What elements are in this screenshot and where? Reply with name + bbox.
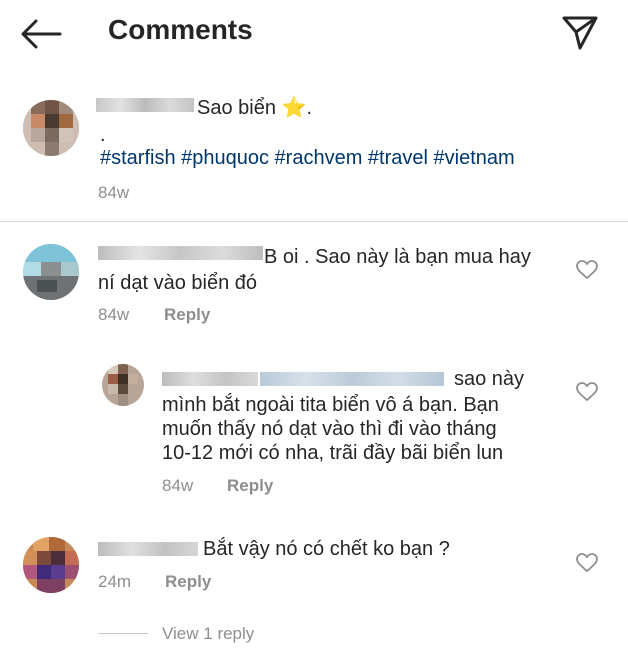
reply-button[interactable]: Reply <box>165 572 211 592</box>
comment-text: Bắt vậy nó có chết ko bạn ? <box>203 538 450 560</box>
page-title: Comments <box>108 14 253 45</box>
heart-icon[interactable] <box>576 382 598 402</box>
star-emoji: ⭐ <box>281 97 307 119</box>
avatar[interactable] <box>102 364 144 406</box>
back-arrow-icon[interactable] <box>20 18 62 50</box>
avatar[interactable] <box>23 244 79 300</box>
reply-button[interactable]: Reply <box>227 476 273 496</box>
reply-button[interactable]: Reply <box>164 305 210 325</box>
caption-body: Sao biển <box>197 97 276 119</box>
caption-text: Sao biển ⭐. <box>197 97 312 119</box>
heart-icon[interactable] <box>576 260 598 280</box>
reply-time: 84w <box>162 476 194 495</box>
comment-time: 24m <box>98 572 132 591</box>
avatar[interactable] <box>23 100 79 156</box>
comment-time: 84w <box>98 305 130 324</box>
username-blurred[interactable] <box>96 98 194 112</box>
reply-text: mình bắt ngoài tita biển vô á bạn. Bạn <box>162 394 499 416</box>
comment-text: ní dạt vào biển đó <box>98 272 258 294</box>
reply-text: 10-12 mới có nha, trãi đầy bãi biển lun <box>162 442 504 464</box>
username-blurred[interactable] <box>98 246 263 260</box>
username-blurred[interactable] <box>162 372 258 386</box>
send-icon[interactable] <box>560 12 600 52</box>
heart-icon[interactable] <box>576 553 598 573</box>
caption-hashtags[interactable]: #starfish #phuquoc #rachvem #travel #vie… <box>100 147 515 170</box>
caption-dot: . <box>100 124 106 146</box>
view-replies-line <box>98 633 148 634</box>
mention-blurred[interactable] <box>260 372 444 386</box>
username-blurred[interactable] <box>98 542 198 556</box>
view-replies-button[interactable]: View 1 reply <box>162 624 254 644</box>
avatar[interactable] <box>23 537 79 593</box>
divider <box>0 221 628 222</box>
caption-time: 84w <box>98 183 130 202</box>
comment-text: B oi . Sao này là bạn mua hay <box>264 246 531 268</box>
reply-text: muốn thấy nó dạt vào thì đi vào tháng <box>162 418 497 440</box>
reply-text: sao này <box>454 368 525 390</box>
